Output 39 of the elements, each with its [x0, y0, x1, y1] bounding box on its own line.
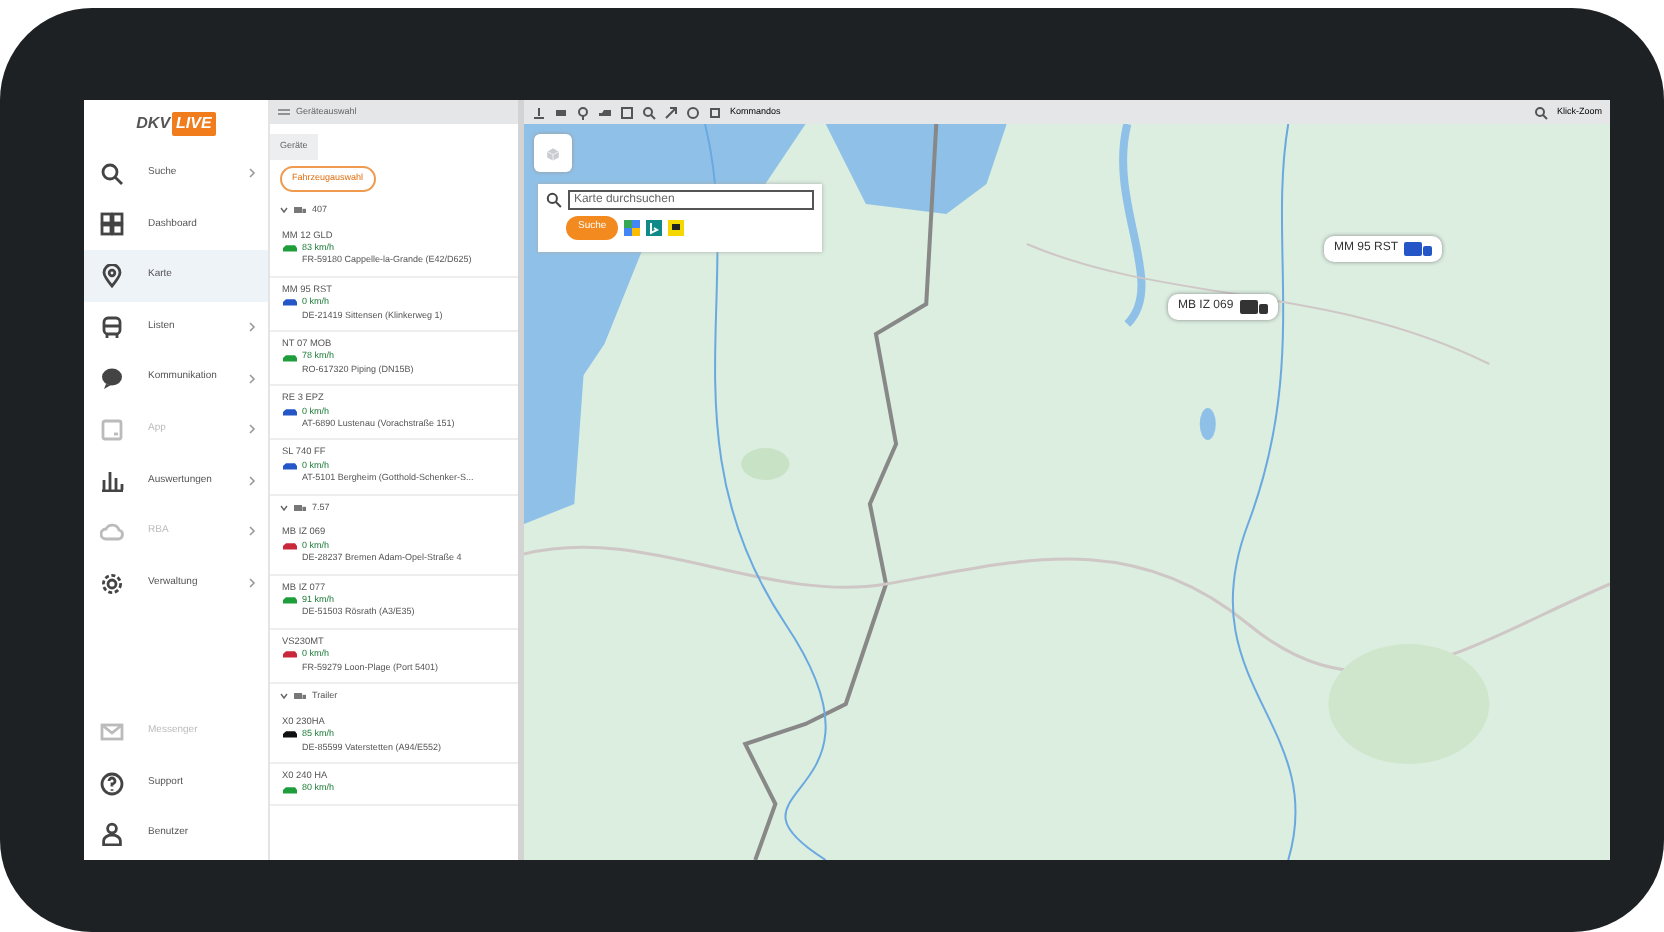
chevron-icon: [248, 168, 256, 179]
settings-icon: [100, 571, 124, 596]
help-icon: [100, 771, 124, 796]
search-icon: [546, 192, 562, 208]
chevron-icon: [248, 322, 256, 333]
provider-icon: [624, 220, 641, 237]
pin-icon: [576, 105, 590, 119]
mail-icon: [100, 720, 124, 745]
list-icon: [278, 108, 290, 116]
chevron-icon: [248, 424, 256, 435]
provider-icon: [646, 220, 663, 237]
cloud-icon: [100, 519, 124, 544]
tool-button[interactable]: [642, 105, 656, 119]
chevron-icon: [248, 373, 256, 384]
bar-chart-icon: [100, 468, 124, 493]
tool-button[interactable]: [620, 105, 634, 119]
chat-icon: [100, 366, 124, 391]
chevron-icon: [248, 526, 256, 537]
tool-button[interactable]: [576, 105, 590, 119]
square-icon: [620, 105, 634, 119]
tool-button[interactable]: [708, 105, 722, 119]
circle-icon: [686, 105, 700, 119]
dashboard-icon: [100, 212, 124, 237]
tablet-icon: [100, 417, 124, 442]
user-icon: [100, 822, 124, 847]
chevron-icon: [248, 475, 256, 486]
provider-icon: [668, 220, 685, 237]
arrow-icon: [664, 105, 678, 119]
bus-icon: [100, 315, 124, 340]
chevron-icon: [248, 578, 256, 589]
tool-button[interactable]: [686, 105, 700, 119]
zoom-icon: [642, 105, 656, 119]
map-pin-icon: [100, 263, 124, 288]
logo: DKV LIVE: [134, 110, 218, 140]
tool-button[interactable]: [664, 105, 678, 119]
square-icon: [708, 105, 722, 119]
search-icon: [100, 161, 124, 186]
provider-button[interactable]: [668, 220, 685, 237]
search-icon: [1534, 105, 1549, 119]
